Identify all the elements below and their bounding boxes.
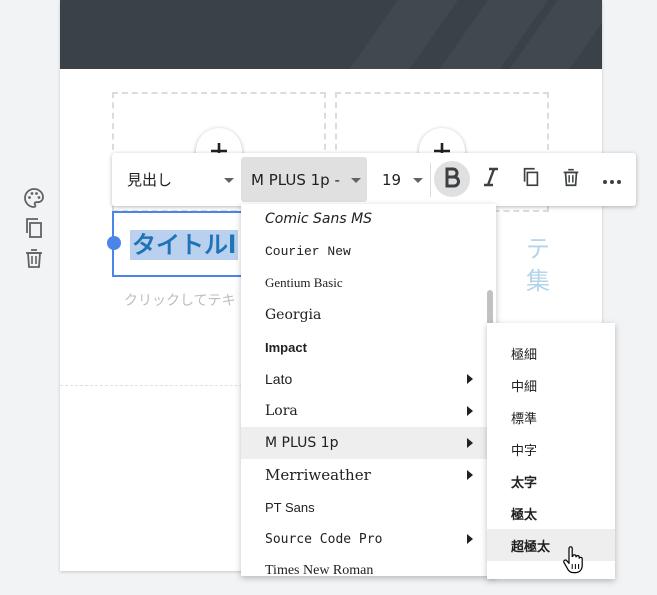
chevron-down-icon [351, 178, 361, 183]
font-option-label: Georgia [265, 307, 322, 323]
font-weight-submenu: 極細 中細 標準 中字 太字 極太 超極太 [487, 323, 615, 579]
hand-pointer-icon [562, 546, 584, 574]
font-option-label: Source Code Pro [265, 531, 383, 547]
weight-option-bold[interactable]: 太字 [487, 465, 615, 497]
font-option-label: Impact [265, 339, 307, 355]
chevron-down-icon [413, 178, 423, 183]
trash-icon [560, 166, 582, 192]
copy-icon[interactable] [22, 216, 46, 240]
font-option-lora[interactable]: Lora [241, 395, 496, 427]
font-family-menu: Comic Sans MS Courier New Gentium Basic … [241, 204, 496, 576]
header-image [60, 0, 602, 69]
font-family-dropdown[interactable]: M PLUS 1p - [241, 157, 367, 202]
bold-icon [442, 166, 462, 192]
text-placeholder-right-line2: 集 [526, 267, 550, 295]
font-option-times-new-roman[interactable]: Times New Roman [241, 555, 496, 576]
weight-option-label: 超極太 [511, 539, 551, 555]
font-option-label: Merriweather [265, 466, 371, 484]
chevron-right-icon [467, 374, 473, 384]
font-option-pt-sans[interactable]: PT Sans [241, 491, 496, 523]
weight-option-label: 標準 [511, 411, 538, 427]
weight-option-regular[interactable]: 標準 [487, 401, 615, 433]
font-option-source-code-pro[interactable]: Source Code Pro [241, 523, 496, 555]
italic-icon [482, 167, 500, 191]
font-size-value: 19 [382, 170, 402, 189]
weight-option-label: 太字 [511, 475, 538, 491]
title-text: タイトルl [130, 230, 239, 260]
weight-option-label: 極細 [511, 347, 538, 363]
delete-button[interactable] [553, 161, 589, 197]
font-size-dropdown[interactable]: 19 [375, 153, 427, 206]
chevron-right-icon [467, 438, 473, 448]
title-text-box[interactable]: タイトルl [112, 211, 246, 277]
font-option-label: Gentium Basic [265, 275, 343, 290]
font-option-comic-sans-ms[interactable]: Comic Sans MS [241, 204, 496, 235]
resize-handle[interactable] [107, 236, 121, 250]
font-option-label: Courier New [265, 243, 351, 259]
chevron-right-icon [467, 406, 473, 416]
copy-icon [520, 166, 542, 192]
chevron-right-icon [467, 534, 473, 544]
font-option-courier-new[interactable]: Courier New [241, 235, 496, 267]
paragraph-style-dropdown[interactable]: 見出し [112, 153, 240, 206]
text-placeholder-right-line1: テ [526, 235, 550, 263]
more-options-button[interactable] [594, 161, 630, 197]
font-option-merriweather[interactable]: Merriweather [241, 459, 496, 491]
font-option-impact[interactable]: Impact [241, 331, 496, 363]
palette-icon[interactable] [22, 186, 46, 210]
chevron-right-icon [467, 470, 473, 480]
font-family-value: M PLUS 1p - [251, 170, 340, 189]
chevron-down-icon [224, 178, 234, 183]
weight-option-thin[interactable]: 極細 [487, 337, 615, 369]
font-option-m-plus-1p[interactable]: M PLUS 1p [241, 427, 496, 459]
font-option-label: Lora [265, 403, 298, 419]
weight-option-label: 中細 [511, 379, 538, 395]
body-text-placeholder[interactable]: クリックしてテキ [124, 290, 236, 310]
weight-option-medium[interactable]: 中字 [487, 433, 615, 465]
paragraph-style-value: 見出し [127, 171, 173, 189]
toolbar-separator [430, 163, 431, 197]
weight-option-label: 極太 [511, 507, 538, 523]
more-icon [602, 170, 622, 189]
font-option-label: Comic Sans MS [265, 211, 373, 227]
weight-option-black[interactable]: 超極太 [487, 529, 615, 561]
weight-option-label: 中字 [511, 443, 538, 459]
italic-button[interactable] [473, 161, 509, 197]
trash-icon[interactable] [22, 246, 46, 270]
weight-option-extra-bold[interactable]: 極太 [487, 497, 615, 529]
weight-option-light[interactable]: 中細 [487, 369, 615, 401]
section-side-tools [22, 186, 46, 276]
font-option-gentium-basic[interactable]: Gentium Basic [241, 267, 496, 299]
font-option-georgia[interactable]: Georgia [241, 299, 496, 331]
text-format-toolbar: 見出し M PLUS 1p - 19 [112, 153, 636, 206]
duplicate-button[interactable] [513, 161, 549, 197]
font-option-label: Lato [265, 371, 293, 387]
font-option-lato[interactable]: Lato [241, 363, 496, 395]
font-option-label: PT Sans [265, 499, 315, 515]
bold-button[interactable] [434, 161, 470, 197]
font-option-label: Times New Roman [265, 563, 374, 576]
text-placeholder-right[interactable]: テ 集 [526, 233, 596, 297]
font-option-label: M PLUS 1p [265, 435, 339, 451]
